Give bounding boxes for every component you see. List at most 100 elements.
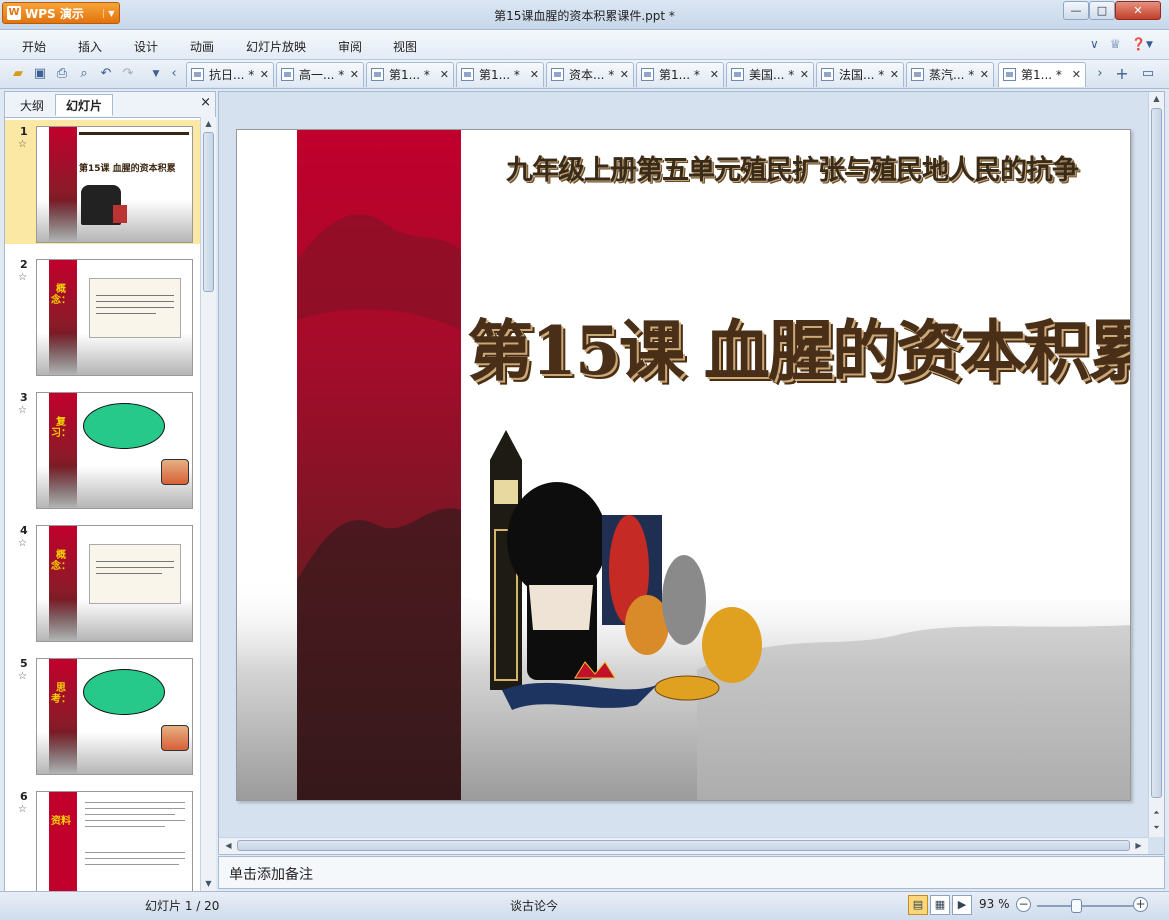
skin-icon[interactable]: ♕ <box>1110 37 1121 51</box>
doc-tab[interactable]: 蒸汽... * ✕ <box>906 62 994 87</box>
thumbnail-slide-5[interactable]: 5 ☆ 思考： <box>5 652 200 776</box>
menu-insert[interactable]: 插入 <box>78 38 102 55</box>
doc-tab[interactable]: 第1... * ✕ <box>366 62 454 87</box>
tab-outline[interactable]: 大纲 <box>9 94 55 116</box>
scroll-up-icon[interactable]: ▲ <box>201 117 216 131</box>
star-icon: ☆ <box>18 405 27 416</box>
tab-slides[interactable]: 幻灯片 <box>55 94 114 116</box>
thumbnail-slide-3[interactable]: 3 ☆ 复习： <box>5 386 200 510</box>
notes-placeholder: 单击添加备注 <box>229 867 313 883</box>
close-tab-icon[interactable]: ✕ <box>1072 63 1081 87</box>
tab-scroll-right-icon[interactable]: › <box>1092 66 1108 82</box>
zoom-in-icon[interactable]: + <box>1133 897 1148 912</box>
ribbon-collapse-icon[interactable]: ∨ <box>1090 37 1099 51</box>
close-button[interactable]: ✕ <box>1115 1 1161 20</box>
slide-sorter-icon[interactable]: ▦ <box>930 895 950 915</box>
thumbnail-slide-2[interactable]: 2 ☆ 概念： <box>5 253 200 377</box>
doc-tab[interactable]: 资本... * ✕ <box>546 62 634 87</box>
slide-counter: 幻灯片 1 / 20 <box>145 899 220 913</box>
slide-vertical-scrollbar[interactable]: ▲ ⏶ ⏷ <box>1148 92 1164 837</box>
menu-slideshow[interactable]: 幻灯片放映 <box>246 38 306 55</box>
scroll-down-icon[interactable]: ▼ <box>201 877 216 891</box>
save-icon[interactable]: ▣ <box>32 66 48 82</box>
doc-tab-label: 蒸汽... * <box>929 68 975 82</box>
close-tab-icon[interactable]: ✕ <box>530 63 539 87</box>
scroll-left-icon[interactable]: ◀ <box>221 839 236 853</box>
menu-design[interactable]: 设计 <box>134 38 158 55</box>
scrollbar-thumb[interactable] <box>1151 108 1162 798</box>
close-tab-icon[interactable]: ✕ <box>980 63 989 87</box>
zoom-slider-track[interactable] <box>1037 905 1133 907</box>
maximize-button[interactable]: □ <box>1089 1 1115 20</box>
normal-view-icon[interactable]: ▤ <box>908 895 928 915</box>
slideshow-view-icon[interactable]: ▶ <box>952 895 972 915</box>
print-preview-icon[interactable]: ⌕ <box>76 66 92 82</box>
scrollbar-thumb[interactable] <box>203 132 214 292</box>
close-tab-icon[interactable]: ✕ <box>260 63 269 87</box>
close-panel-icon[interactable]: × <box>200 95 211 110</box>
thumb-side-label: 资料 <box>51 816 71 827</box>
thumbnail-scrollbar[interactable]: ▲ ▼ <box>200 117 216 891</box>
doc-tab[interactable]: 法国... * ✕ <box>816 62 904 87</box>
doc-tab[interactable]: 第1... * ✕ <box>456 62 544 87</box>
slide-thumbnail: 第15课 血腥的资本积累 <box>36 126 193 243</box>
star-icon: ☆ <box>18 804 27 815</box>
doc-tab[interactable]: 美国... * ✕ <box>726 62 814 87</box>
doc-tab[interactable]: 第1... * ✕ <box>636 62 724 87</box>
ppt-file-icon <box>191 68 204 81</box>
thumbnail-list: 1 ☆ 第15课 血腥的资本积累 2 ☆ 概念： 3 ☆ 复习： 4 ☆ 概念：… <box>5 117 200 891</box>
menu-animation[interactable]: 动画 <box>190 38 214 55</box>
tab-list-icon[interactable]: ▭ <box>1140 66 1156 82</box>
close-tab-icon[interactable]: ✕ <box>890 63 899 87</box>
thumbnail-slide-6[interactable]: 6 ☆ 资料 <box>5 785 200 891</box>
slide-subtitle[interactable]: 九年级上册第五单元殖民扩张与殖民地人民的抗争 <box>467 148 1117 187</box>
doc-tab-active[interactable]: 第1... * ✕ <box>998 62 1086 87</box>
slide-horizontal-scrollbar[interactable]: ◀ ▶ <box>219 837 1148 854</box>
new-tab-icon[interactable]: + <box>1114 66 1130 82</box>
thumbnail-slide-1[interactable]: 1 ☆ 第15课 血腥的资本积累 <box>5 120 200 244</box>
slide-thumbnail: 概念： <box>36 259 193 376</box>
undo-icon[interactable]: ↶ <box>98 66 114 82</box>
window-title: 第15课血腥的资本积累课件.ppt * <box>494 9 675 23</box>
close-tab-icon[interactable]: ✕ <box>620 63 629 87</box>
current-slide[interactable]: 九年级上册第五单元殖民扩张与殖民地人民的抗争 第15课 血腥的资本积累 <box>236 129 1131 801</box>
minimize-button[interactable]: — <box>1063 1 1089 20</box>
scroll-right-icon[interactable]: ▶ <box>1131 839 1146 853</box>
document-tab-bar: ▰ ▣ ⎙ ⌕ ↶ ↷ ▼ ‹ 抗日... * ✕ 高一... * ✕ 第1... … <box>0 60 1169 89</box>
menu-view[interactable]: 视图 <box>393 38 417 55</box>
slide-number: 6 <box>20 790 28 803</box>
menu-home[interactable]: 开始 <box>22 38 46 55</box>
help-dropdown-icon[interactable]: ▼ <box>1146 40 1153 50</box>
zoom-slider-handle[interactable] <box>1071 899 1082 913</box>
close-tab-icon[interactable]: ✕ <box>800 63 809 87</box>
thumb-side-label: 思考： <box>51 683 71 705</box>
slide-thumbnail: 资料 <box>36 791 193 891</box>
thumbnail-slide-4[interactable]: 4 ☆ 概念： <box>5 519 200 643</box>
zoom-out-icon[interactable]: − <box>1016 897 1031 912</box>
doc-tab[interactable]: 抗日... * ✕ <box>186 62 274 87</box>
next-slide-icon[interactable]: ⏷ <box>1149 821 1164 835</box>
scroll-up-icon[interactable]: ▲ <box>1149 92 1164 106</box>
doc-tab[interactable]: 高一... * ✕ <box>276 62 364 87</box>
close-tab-icon[interactable]: ✕ <box>710 63 719 87</box>
star-icon: ☆ <box>18 671 27 682</box>
tab-scroll-left-icon[interactable]: ‹ <box>166 66 182 82</box>
print-icon[interactable]: ⎙ <box>54 66 70 82</box>
notes-pane[interactable]: 单击添加备注 <box>218 856 1165 889</box>
open-icon[interactable]: ▰ <box>10 66 26 82</box>
scrollbar-thumb[interactable] <box>237 840 1130 851</box>
slide-panel: 大纲 幻灯片 × 1 ☆ 第15课 血腥的资本积累 2 ☆ 概念： 3 ☆ 复习… <box>4 91 216 892</box>
slide-thumbnail: 思考： <box>36 658 193 775</box>
redo-icon[interactable]: ↷ <box>120 66 136 82</box>
slide-title[interactable]: 第15课 血腥的资本积累 <box>467 298 1130 394</box>
slide-thumbnail: 概念： <box>36 525 193 642</box>
doc-tab-label: 第1... * <box>659 68 700 82</box>
menu-review[interactable]: 审阅 <box>338 38 362 55</box>
help-icon[interactable]: ❓ <box>1131 37 1146 51</box>
customize-toolbar-icon[interactable]: ▼ <box>148 66 164 82</box>
thumb-side-label: 复习： <box>51 417 71 439</box>
previous-slide-icon[interactable]: ⏶ <box>1149 806 1164 820</box>
close-tab-icon[interactable]: ✕ <box>440 63 449 87</box>
close-tab-icon[interactable]: ✕ <box>350 63 359 87</box>
menu-bar: 开始 插入 设计 动画 幻灯片放映 审阅 视图 ∨ ♕ ❓ ▼ <box>0 30 1169 60</box>
